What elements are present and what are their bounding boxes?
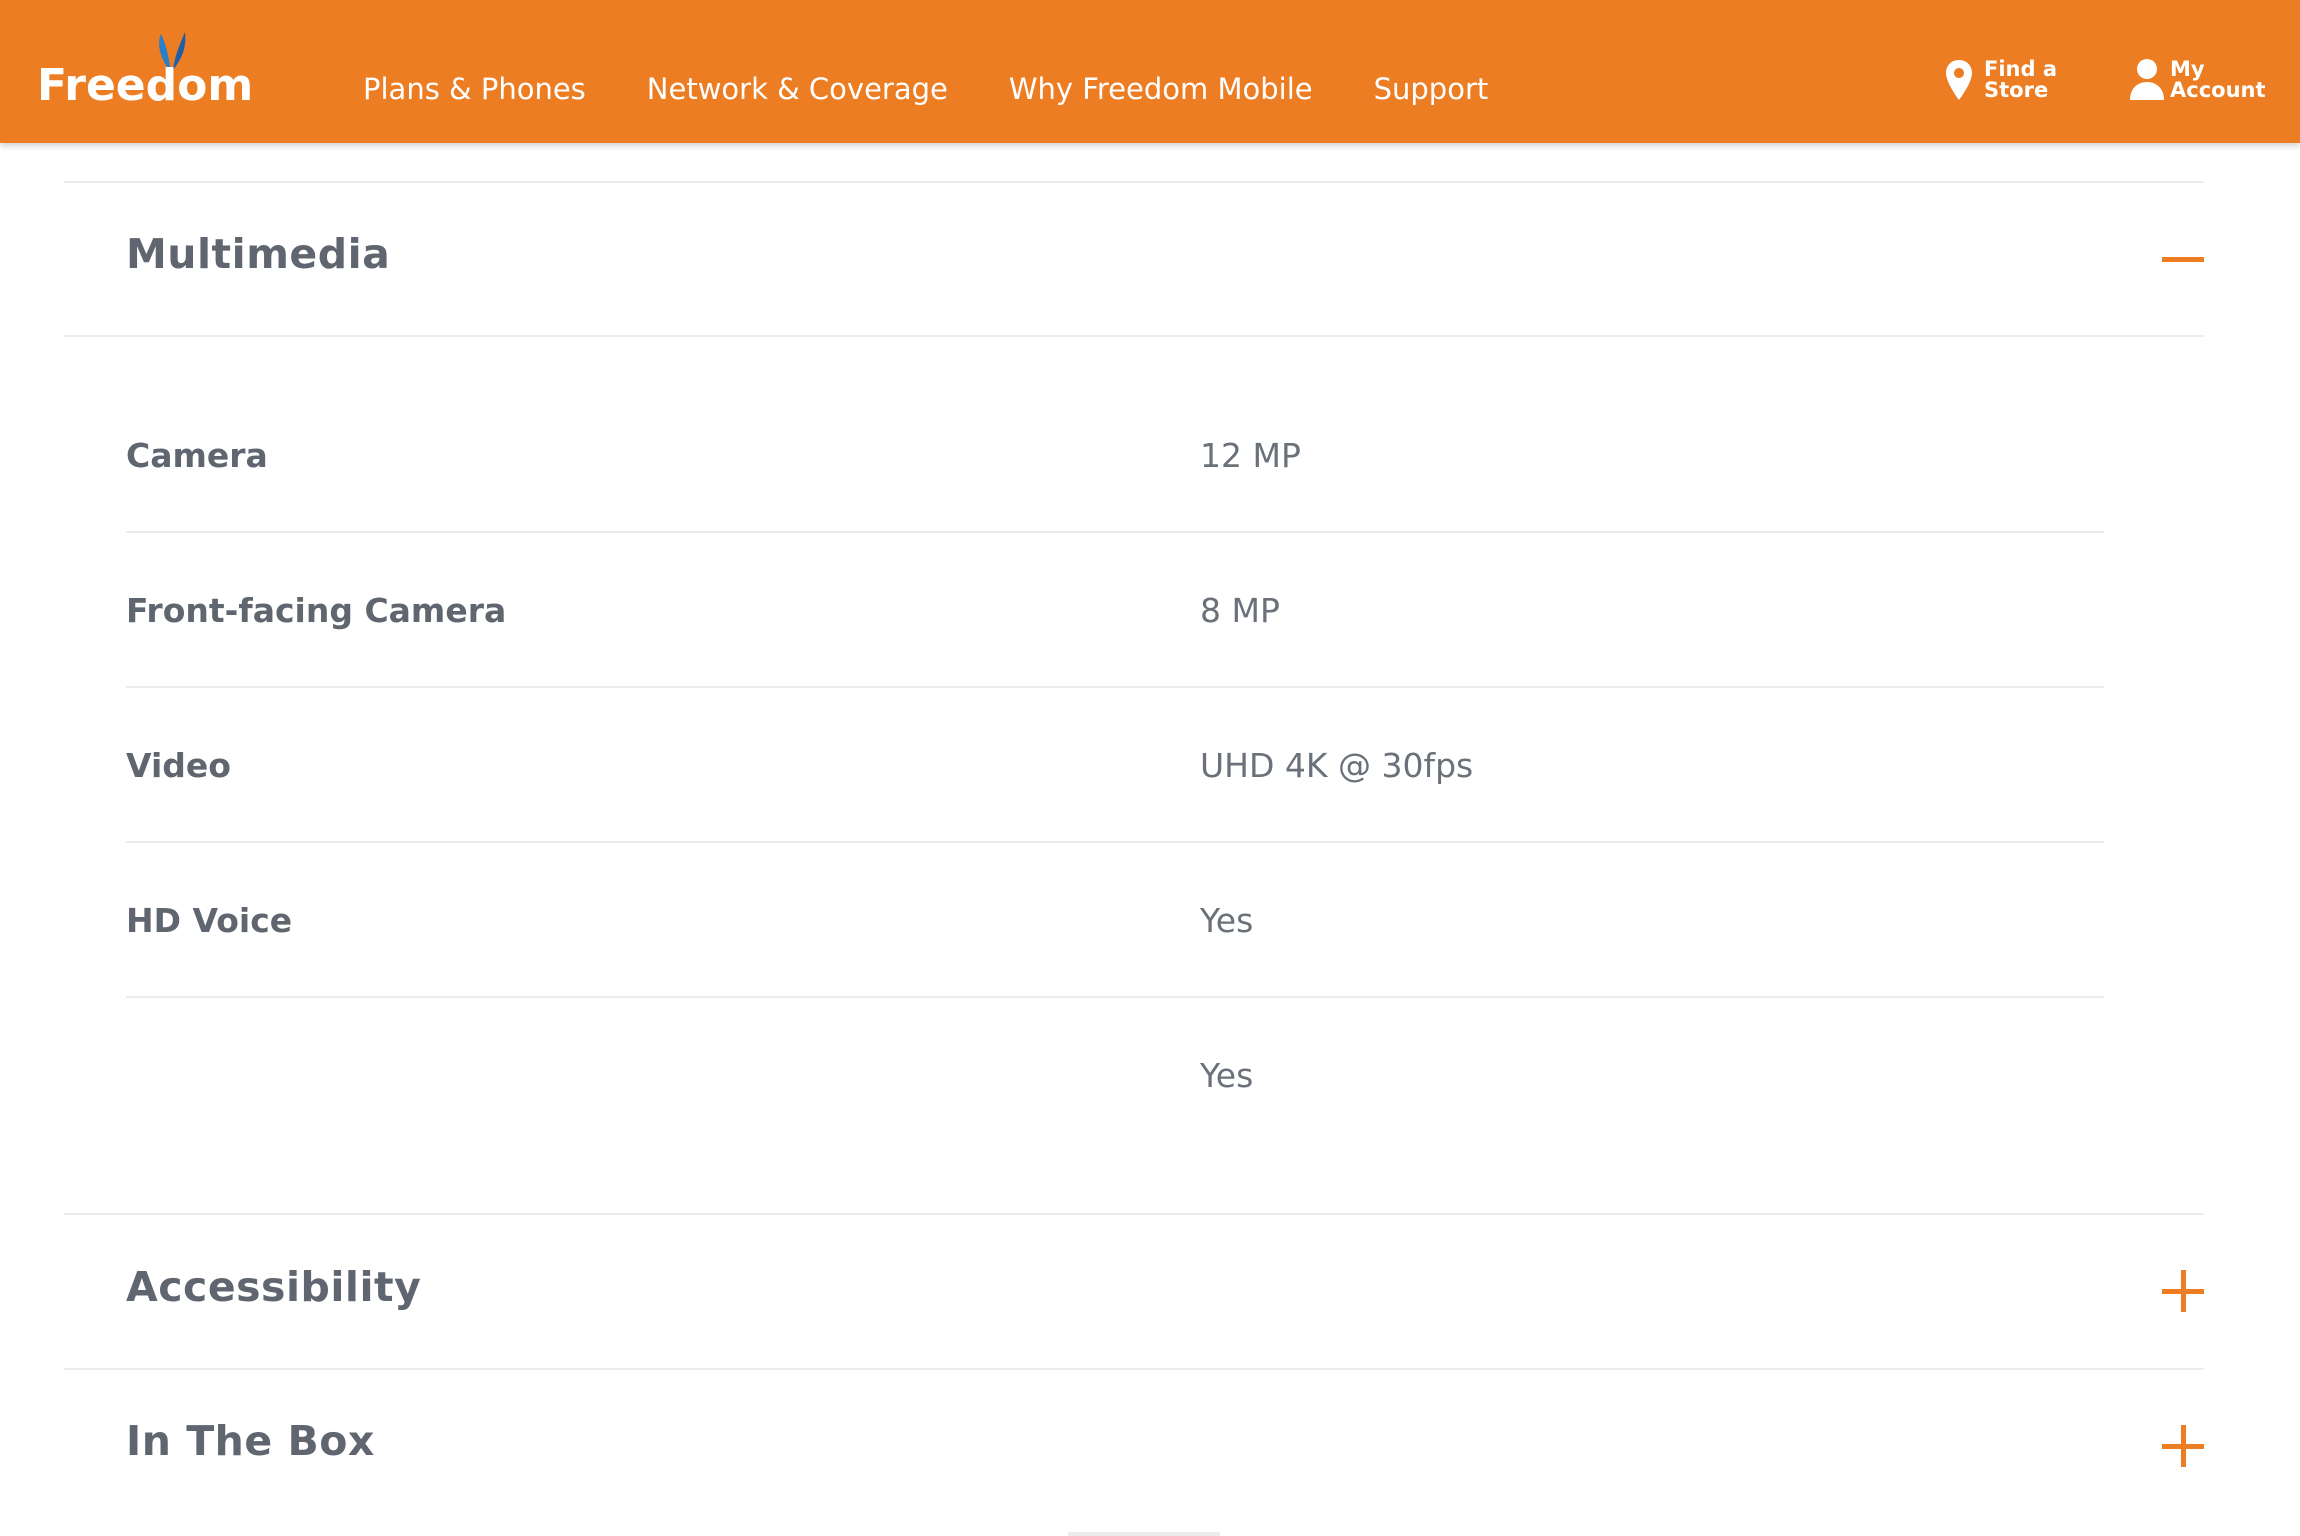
spec-row-front-camera: Front-facing Camera 8 MP [126,533,2104,688]
section-divider [64,335,2204,337]
plus-icon[interactable] [2162,1270,2204,1312]
find-store-link[interactable]: Find a Store [1944,58,2074,102]
my-account-label: My Account [2170,57,2266,102]
section-divider [64,1368,2204,1370]
spec-value: Yes [1200,901,1254,940]
minus-icon[interactable] [2162,238,2204,280]
section-title-accessibility[interactable]: Accessibility [126,1263,421,1311]
spec-value: UHD 4K @ 30fps [1200,746,1474,785]
person-icon [2130,59,2164,100]
scroll-indicator [1068,1532,1220,1536]
spec-value: Yes [1200,1056,1254,1095]
spec-label: Video [126,746,231,785]
nav-plans-phones[interactable]: Plans & Phones [363,72,586,106]
nav-network-coverage[interactable]: Network & Coverage [647,72,948,106]
map-pin-icon [1946,60,1972,100]
spec-row-camera: Camera 12 MP [126,378,2104,533]
logo-wordmark: Freedom [37,60,254,111]
spec-label: HD Voice [126,901,293,940]
spec-value: 8 MP [1200,591,1280,630]
main-nav: Plans & Phones Network & Coverage Why Fr… [363,72,1549,106]
my-account-link[interactable]: My Account [2128,57,2266,102]
find-store-label: Find a Store [1984,57,2058,102]
nav-why-freedom-mobile[interactable]: Why Freedom Mobile [1009,72,1313,106]
spec-row-unlabeled: Yes [126,998,2104,1153]
freedom-logo[interactable]: Freedom [37,32,253,112]
spec-row-video: Video UHD 4K @ 30fps [126,688,2104,843]
spec-label: Camera [126,436,268,475]
nav-support[interactable]: Support [1374,72,1489,106]
plus-icon[interactable] [2162,1425,2204,1467]
section-title-in-the-box[interactable]: In The Box [126,1417,375,1465]
spec-value: 12 MP [1200,436,1301,475]
section-title-multimedia[interactable]: Multimedia [126,230,390,278]
spec-row-hd-voice: HD Voice Yes [126,843,2104,998]
section-divider [64,181,2204,183]
spec-label: Front-facing Camera [126,591,507,630]
section-divider [64,1213,2204,1215]
site-header: Freedom Plans & Phones Network & Coverag… [0,0,2300,143]
